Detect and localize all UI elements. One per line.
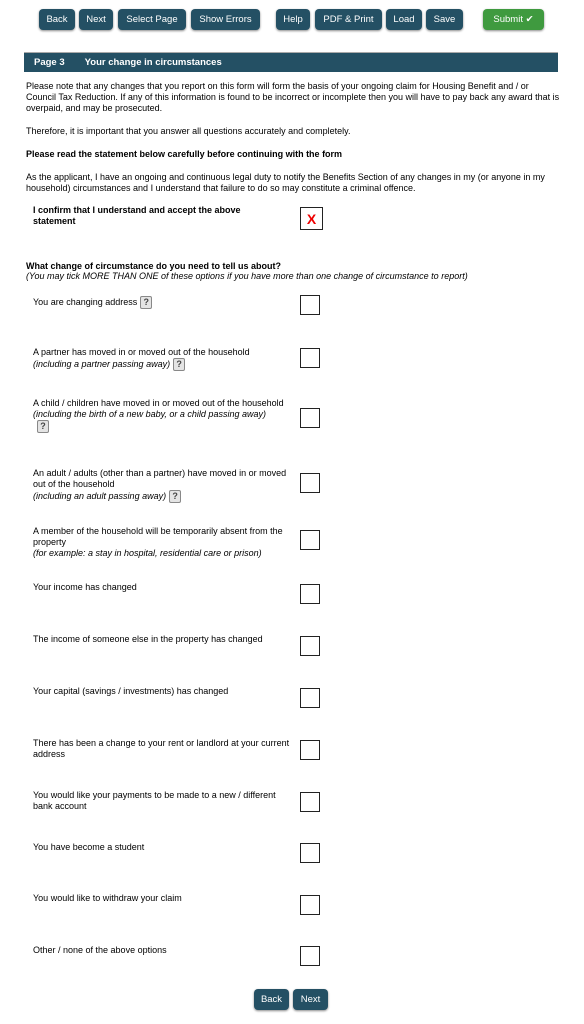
option-note: (including the birth of a new baby, or a… xyxy=(33,409,266,419)
option-checkbox[interactable] xyxy=(300,295,320,315)
footer-next-button[interactable]: Next xyxy=(293,989,328,1010)
help-icon[interactable]: ? xyxy=(37,420,49,433)
option-label: You are changing address? xyxy=(33,296,293,309)
intro-paragraph: Please note that any changes that you re… xyxy=(26,81,560,113)
option-text: You would like to withdraw your claim xyxy=(33,893,182,903)
option-label: A member of the household will be tempor… xyxy=(33,526,293,559)
option-text: A member of the household will be tempor… xyxy=(33,526,283,547)
option-text: You have become a student xyxy=(33,842,145,852)
page-number: Page 3 xyxy=(34,57,65,68)
accuracy-note: Therefore, it is important that you answ… xyxy=(26,126,351,136)
option-text: Other / none of the above options xyxy=(33,945,167,955)
option-text: You are changing address xyxy=(33,296,138,307)
option-label: You have become a student xyxy=(33,842,293,853)
pdf-print-button[interactable]: PDF & Print xyxy=(315,9,382,30)
option-label: A child / children have moved in or move… xyxy=(33,398,293,433)
option-checkbox[interactable] xyxy=(300,946,320,966)
show-errors-button[interactable]: Show Errors xyxy=(191,9,260,30)
question-hint: (You may tick MORE THAN ONE of these opt… xyxy=(26,271,468,281)
help-icon[interactable]: ? xyxy=(173,358,186,371)
option-text: The income of someone else in the proper… xyxy=(33,634,263,644)
confirm-label: I confirm that I understand and accept t… xyxy=(33,205,241,226)
page-title: Your change in circumstances xyxy=(84,57,222,68)
option-label: There has been a change to your rent or … xyxy=(33,738,293,760)
back-button[interactable]: Back xyxy=(39,9,75,30)
option-checkbox[interactable] xyxy=(300,408,320,428)
next-button[interactable]: Next xyxy=(79,9,113,30)
option-note: (for example: a stay in hospital, reside… xyxy=(33,548,262,558)
option-checkbox[interactable] xyxy=(300,688,320,708)
option-text: There has been a change to your rent or … xyxy=(33,738,290,759)
option-text: Your income has changed xyxy=(33,582,137,592)
option-label: The income of someone else in the proper… xyxy=(33,634,293,645)
option-label: A partner has moved in or moved out of t… xyxy=(33,347,293,371)
footer-back-button[interactable]: Back xyxy=(254,989,289,1010)
option-text: You would like your payments to be made … xyxy=(33,790,276,811)
statement-heading: Please read the statement below carefull… xyxy=(26,149,343,159)
option-label: Your income has changed xyxy=(33,582,293,593)
option-text: A partner has moved in or moved out of t… xyxy=(33,347,250,357)
option-checkbox[interactable] xyxy=(300,740,320,760)
option-checkbox[interactable] xyxy=(300,530,320,550)
option-label: An adult / adults (other than a partner)… xyxy=(33,468,293,503)
select-page-button[interactable]: Select Page xyxy=(118,9,186,30)
option-text: An adult / adults (other than a partner)… xyxy=(33,468,287,489)
page-header: Page 3 Your change in circumstances xyxy=(24,52,558,72)
option-text: Your capital (savings / investments) has… xyxy=(33,686,229,696)
option-checkbox[interactable] xyxy=(300,843,320,863)
option-checkbox[interactable] xyxy=(300,473,320,493)
option-checkbox[interactable] xyxy=(300,348,320,368)
help-icon[interactable]: ? xyxy=(140,296,153,309)
option-label: You would like to withdraw your claim xyxy=(33,893,293,904)
option-note: (including an adult passing away) xyxy=(33,490,167,501)
option-checkbox[interactable] xyxy=(300,636,320,656)
save-button[interactable]: Save xyxy=(426,9,463,30)
legal-statement: As the applicant, I have an ongoing and … xyxy=(26,172,545,193)
option-text: A child / children have moved in or move… xyxy=(33,398,284,408)
option-label: Other / none of the above options xyxy=(33,945,293,956)
option-checkbox[interactable] xyxy=(300,895,320,915)
submit-button[interactable]: Submit ✔ xyxy=(483,9,544,30)
option-label: Your capital (savings / investments) has… xyxy=(33,686,293,697)
option-checkbox[interactable] xyxy=(300,792,320,812)
option-checkbox[interactable] xyxy=(300,584,320,604)
help-button[interactable]: Help xyxy=(276,9,310,30)
confirm-checkbox[interactable]: X xyxy=(300,207,323,230)
option-label: You would like your payments to be made … xyxy=(33,790,293,812)
load-button[interactable]: Load xyxy=(386,9,422,30)
help-icon[interactable]: ? xyxy=(169,490,182,503)
option-note: (including a partner passing away) xyxy=(33,358,171,369)
